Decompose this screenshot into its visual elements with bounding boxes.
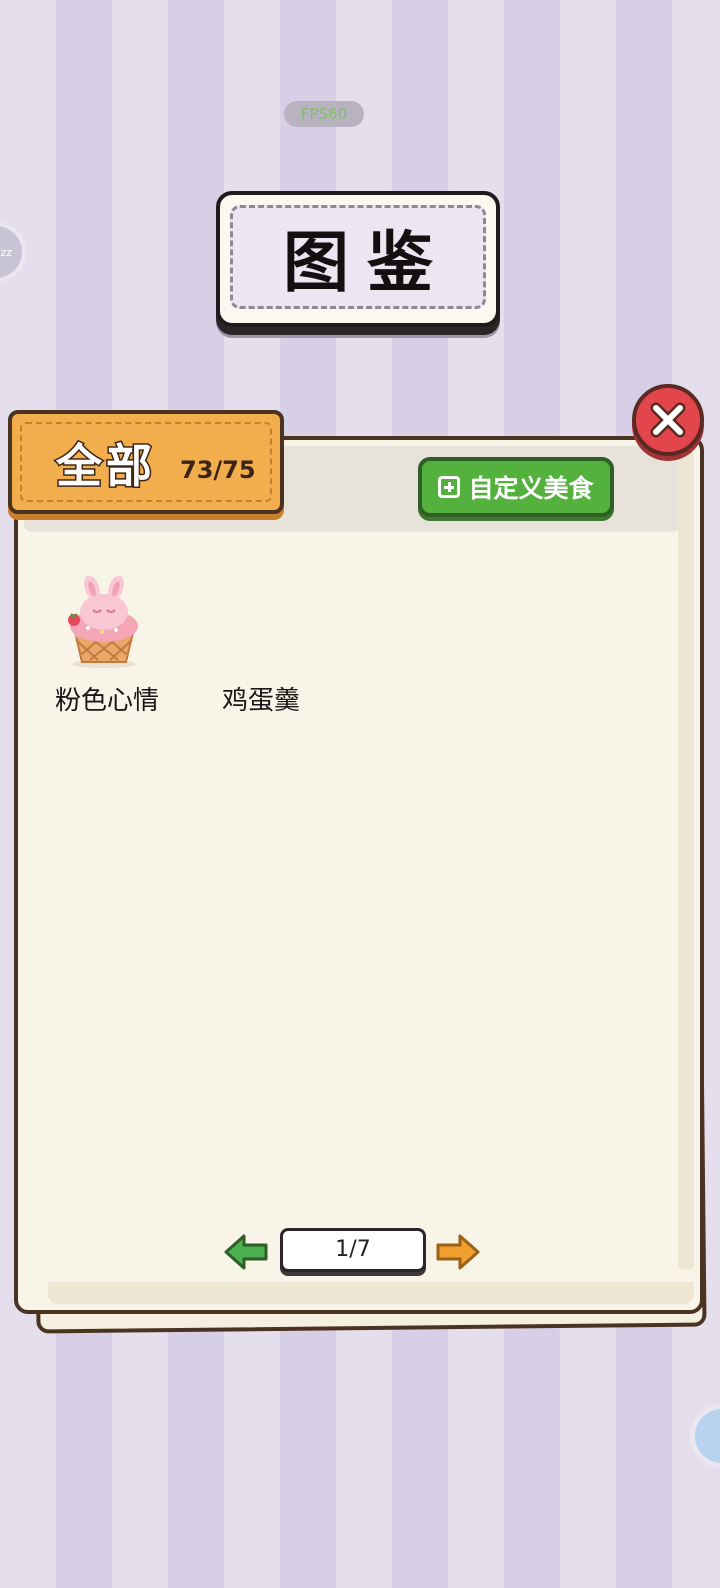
plus-square-icon (438, 476, 461, 498)
close-button[interactable] (632, 384, 704, 456)
pagination: 1/7 (222, 1228, 484, 1276)
bunny-cupcake-icon (68, 575, 138, 668)
fps-counter: FPS60 (284, 101, 364, 127)
tab-all[interactable]: 全部 73/75 (8, 410, 284, 514)
corner-float-button[interactable] (690, 1404, 720, 1468)
next-page-arrow-icon[interactable] (434, 1232, 482, 1272)
food-item-name: 鸡蛋羹 (221, 686, 300, 716)
page-indicator: 1/7 (280, 1228, 426, 1272)
panel-right-edge (678, 450, 694, 1270)
food-item[interactable]: 粉色心情 (32, 570, 182, 730)
tab-all-label: 全部 (55, 438, 156, 495)
collection-panel (14, 436, 704, 1314)
custom-food-label: 自定义美食 (468, 474, 594, 503)
food-item-name: 粉色心情 (54, 686, 159, 716)
page-title: 图鉴 (283, 224, 451, 301)
panel-bottom-edge (48, 1282, 694, 1304)
custom-food-button[interactable]: 自定义美食 (418, 457, 614, 517)
tab-all-count: 73/75 (180, 456, 256, 484)
title-plate: 图鉴 (216, 191, 500, 327)
close-icon (650, 402, 686, 438)
food-item[interactable]: 鸡蛋羹 (186, 570, 336, 730)
prev-page-arrow-icon[interactable] (222, 1232, 270, 1272)
side-float-label: zz (0, 246, 12, 259)
side-float-button[interactable]: zz (0, 222, 26, 282)
title-plate-inner: 图鉴 (230, 205, 486, 309)
